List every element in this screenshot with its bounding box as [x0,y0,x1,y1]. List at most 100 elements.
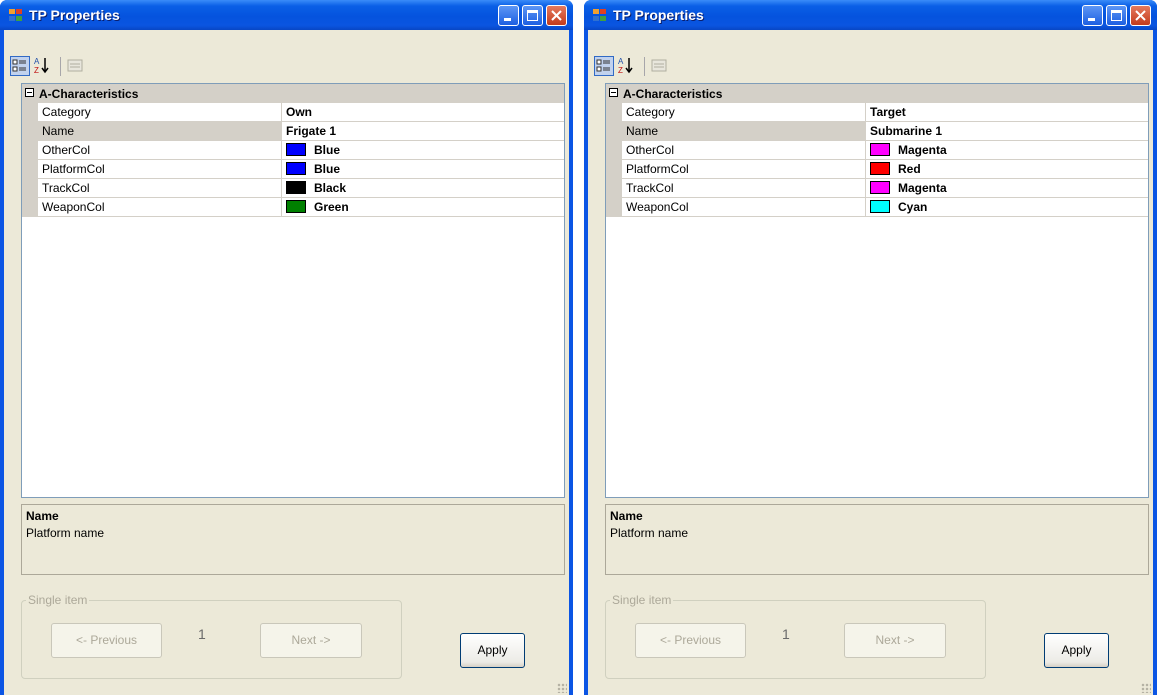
property-value[interactable]: Frigate 1 [286,124,336,138]
property-row-platformcol[interactable]: PlatformCol Red [622,160,1148,179]
property-pages-button[interactable] [66,56,86,76]
maximize-button[interactable] [522,5,543,26]
help-panel: Name Platform name [605,504,1149,575]
help-description: Platform name [610,526,689,540]
window-title: TP Properties [613,7,704,23]
property-grid[interactable]: A-Characteristics Category Target Name S… [605,83,1149,498]
property-value[interactable]: Submarine 1 [870,124,942,138]
property-name-cell[interactable]: OtherCol [622,141,866,159]
next-button[interactable]: Next -> [844,623,946,658]
help-description: Platform name [26,526,105,540]
group-label: Single item [610,593,674,607]
property-value[interactable]: Blue [314,143,340,157]
property-value[interactable]: Red [898,162,921,176]
property-value[interactable]: Magenta [898,181,947,195]
property-name-cell[interactable]: TrackCol [38,179,282,197]
property-name: WeaponCol [626,200,689,214]
maximize-icon [1111,10,1122,21]
apply-button[interactable]: Apply [460,633,525,668]
close-button[interactable] [1130,5,1151,26]
alphabetical-button[interactable]: A Z [33,56,53,76]
item-counter: 1 [198,626,206,642]
property-name-cell[interactable]: Name [38,122,282,140]
color-swatch [870,181,890,194]
property-value[interactable]: Black [314,181,346,195]
close-button[interactable] [546,5,567,26]
property-value[interactable]: Own [286,105,312,119]
color-swatch [286,162,306,175]
sort-alphabetical-icon: A Z [34,57,49,74]
previous-button[interactable]: <- Previous [51,623,162,658]
property-value[interactable]: Magenta [898,143,947,157]
close-icon [551,10,562,21]
title-bar[interactable]: TP Properties [0,0,573,30]
next-button[interactable]: Next -> [260,623,362,658]
property-name-cell[interactable]: Category [38,103,282,121]
property-name-cell[interactable]: TrackCol [622,179,866,197]
collapse-icon[interactable] [609,88,618,97]
categorized-view-icon [12,59,26,72]
property-name: Name [42,124,75,138]
svg-text:Z: Z [34,66,39,74]
grid-margin [22,103,38,217]
property-name-cell[interactable]: WeaponCol [38,198,282,216]
category-label: A-Characteristics [623,87,723,101]
minimize-icon [504,18,511,21]
property-row-weaponcol[interactable]: WeaponCol Cyan [622,198,1148,217]
collapse-icon[interactable] [25,88,34,97]
help-panel: Name Platform name [21,504,565,575]
property-name-cell[interactable]: Category [622,103,866,121]
close-icon [1135,10,1146,21]
property-row-othercol[interactable]: OtherCol Magenta [622,141,1148,160]
properties-window: TP Properties A Z A-Characteristics Cate… [0,0,573,695]
help-title: Name [610,509,643,523]
property-row-platformcol[interactable]: PlatformCol Blue [38,160,564,179]
property-row-category[interactable]: Category Target [622,103,1148,122]
property-row-name[interactable]: Name Submarine 1 [622,122,1148,141]
property-row-othercol[interactable]: OtherCol Blue [38,141,564,160]
categorized-button[interactable] [10,56,30,76]
property-name: OtherCol [42,143,91,157]
resize-grip[interactable] [1141,683,1151,693]
property-name-cell[interactable]: PlatformCol [622,160,866,178]
property-name-cell[interactable]: OtherCol [38,141,282,159]
categorized-button[interactable] [594,56,614,76]
single-item-group: Single item <- Previous 1 Next -> [605,593,986,679]
property-value[interactable]: Cyan [898,200,927,214]
minimize-button[interactable] [498,5,519,26]
property-name: Category [626,105,675,119]
property-name-cell[interactable]: PlatformCol [38,160,282,178]
property-value[interactable]: Target [870,105,906,119]
property-pages-button[interactable] [650,56,670,76]
window-title: TP Properties [29,7,120,23]
item-counter: 1 [782,626,790,642]
property-row-category[interactable]: Category Own [38,103,564,122]
toolbar-separator [60,57,61,76]
property-name: PlatformCol [626,162,689,176]
resize-grip[interactable] [557,683,567,693]
svg-text:Z: Z [618,66,623,74]
category-row[interactable]: A-Characteristics [606,84,1148,103]
property-row-trackcol[interactable]: TrackCol Magenta [622,179,1148,198]
property-value[interactable]: Green [314,200,349,214]
previous-button[interactable]: <- Previous [635,623,746,658]
minimize-button[interactable] [1082,5,1103,26]
property-name-cell[interactable]: Name [622,122,866,140]
app-properties-icon [593,9,607,22]
title-bar[interactable]: TP Properties [584,0,1157,30]
categorized-view-icon [596,59,610,72]
category-row[interactable]: A-Characteristics [22,84,564,103]
color-swatch [870,143,890,156]
svg-text:A: A [618,57,624,66]
property-value[interactable]: Blue [314,162,340,176]
maximize-button[interactable] [1106,5,1127,26]
property-row-weaponcol[interactable]: WeaponCol Green [38,198,564,217]
property-grid[interactable]: A-Characteristics Category Own Name Frig… [21,83,565,498]
property-name: TrackCol [42,181,90,195]
apply-button[interactable]: Apply [1044,633,1109,668]
property-name-cell[interactable]: WeaponCol [622,198,866,216]
property-row-name[interactable]: Name Frigate 1 [38,122,564,141]
alphabetical-button[interactable]: A Z [617,56,637,76]
property-row-trackcol[interactable]: TrackCol Black [38,179,564,198]
color-swatch [286,200,306,213]
